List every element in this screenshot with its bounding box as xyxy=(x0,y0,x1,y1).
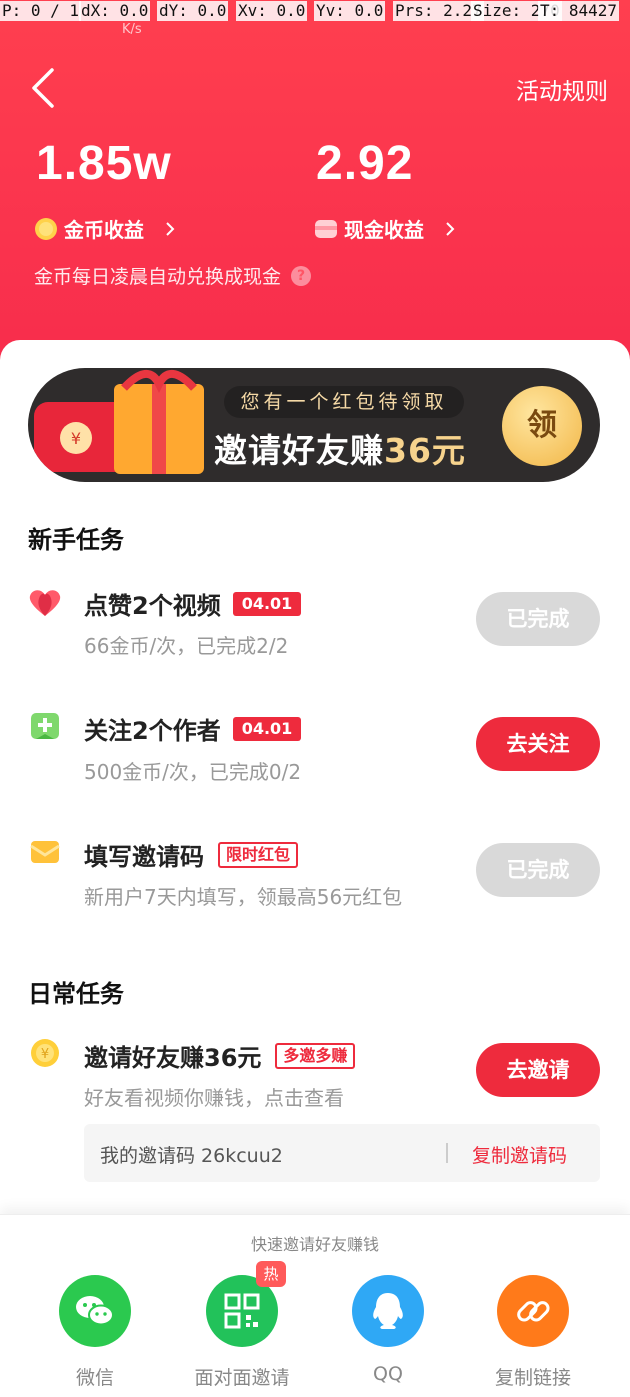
newbie-tasks-heading: 新手任务 xyxy=(28,526,124,554)
help-icon[interactable]: ? xyxy=(291,265,312,286)
task-title: 点赞2个视频 xyxy=(84,592,221,620)
banner-title-amount: 36元 xyxy=(384,431,466,470)
task-tag: 04.01 xyxy=(232,716,302,741)
coin-earnings-label: 金币收益 xyxy=(64,218,144,242)
task-title: 填写邀请码 xyxy=(84,843,204,871)
cash-earnings-link[interactable]: 现金收益 xyxy=(314,214,460,243)
task-completed-button[interactable]: 已完成 xyxy=(476,592,600,646)
wechat-icon xyxy=(59,1275,131,1347)
daily-tasks-heading: 日常任务 xyxy=(28,980,124,1008)
divider xyxy=(446,1143,448,1163)
invite-code-box: 我的邀请码 26kcuu2 复制邀请码 xyxy=(84,1124,600,1182)
go-invite-button[interactable]: 去邀请 xyxy=(476,1043,600,1097)
task-title: 邀请好友赚36元 xyxy=(84,1044,262,1072)
task-completed-button[interactable]: 已完成 xyxy=(476,843,600,897)
share-panel: 快速邀请好友赚钱 微信 热 面对面邀请 QQ 复制链接 xyxy=(0,1214,630,1397)
debug-overlay: P: 0 / 1 dX: 0.0 dY: 0.0 Xv: 0.0 Yv: 0.0… xyxy=(0,0,630,22)
envelope-icon xyxy=(30,838,60,870)
share-panel-title: 快速邀请好友赚钱 xyxy=(250,1235,379,1254)
claim-button[interactable]: 领 xyxy=(502,386,582,466)
follow-add-icon xyxy=(30,712,60,746)
debug-time: T: 84427 xyxy=(538,1,620,21)
task-tag: 限时红包 xyxy=(218,841,299,868)
exchange-note-text: 金币每日凌晨自动兑换成现金 xyxy=(34,266,282,288)
debug-xv: Xv: 0.0 xyxy=(236,1,308,21)
coin-earnings-value: 1.85w xyxy=(36,137,172,190)
chevron-right-icon xyxy=(446,221,455,236)
chevron-left-icon xyxy=(32,68,54,108)
banner-title: 邀请好友赚36元 xyxy=(214,424,466,472)
task-like-videos: 点赞2个视频 04.01 xyxy=(84,586,302,621)
my-invite-code: 我的邀请码 26kcuu2 xyxy=(100,1145,283,1167)
debug-yv: Yv: 0.0 xyxy=(314,1,386,21)
go-follow-button[interactable]: 去关注 xyxy=(476,717,600,771)
share-copy-link-label: 复制链接 xyxy=(494,1367,571,1389)
debug-pointer: P: 0 / 1 xyxy=(0,1,82,21)
back-button[interactable] xyxy=(26,66,66,110)
yuan-coin-icon: ¥ xyxy=(30,1038,60,1072)
share-face-to-face-label: 面对面邀请 xyxy=(194,1367,290,1389)
svg-text:¥: ¥ xyxy=(41,1047,49,1062)
hot-badge: 热 xyxy=(256,1261,286,1287)
task-follow-authors: 关注2个作者 04.01 xyxy=(84,711,302,746)
qq-icon xyxy=(352,1275,424,1347)
banner-title-prefix: 邀请好友赚 xyxy=(214,431,384,470)
share-qq-label: QQ xyxy=(373,1363,403,1385)
cash-earnings-value: 2.92 xyxy=(316,137,414,190)
task-subtitle[interactable]: 好友看视频你赚钱，点击查看 xyxy=(84,1082,344,1111)
like-heart-icon xyxy=(28,588,62,622)
share-wechat[interactable]: 微信 xyxy=(25,1275,165,1390)
activity-rules-link[interactable]: 活动规则 xyxy=(516,72,608,106)
debug-dy: dY: 0.0 xyxy=(157,1,229,21)
status-bar: K/s xyxy=(0,22,630,46)
task-enter-invite-code: 填写邀请码 限时红包 xyxy=(84,837,299,872)
task-subtitle: 66金币/次，已完成2/2 xyxy=(84,634,289,658)
cash-wallet-icon xyxy=(315,219,337,238)
task-invite-friends: 邀请好友赚36元 多邀多赚 xyxy=(84,1038,356,1073)
network-speed: K/s xyxy=(122,22,142,37)
share-face-to-face[interactable]: 热 面对面邀请 xyxy=(172,1261,312,1390)
coin-earnings-link[interactable]: 金币收益 xyxy=(34,214,180,243)
debug-dx: dX: 0.0 xyxy=(79,1,151,21)
gold-coin-icon xyxy=(35,217,57,240)
task-subtitle: 新用户7天内填写，领最高56元红包 xyxy=(84,885,403,909)
cash-earnings-label: 现金收益 xyxy=(344,218,424,242)
banner-subtitle: 您有一个红包待领取 xyxy=(224,386,464,418)
invite-banner[interactable]: ¥ 您有一个红包待领取 邀请好友赚36元 领 xyxy=(28,368,600,482)
chevron-right-icon xyxy=(166,221,175,236)
task-tag: 04.01 xyxy=(232,591,302,616)
exchange-note: 金币每日凌晨自动兑换成现金 ? xyxy=(34,262,312,289)
share-qq[interactable]: QQ xyxy=(318,1275,458,1385)
task-tag: 多邀多赚 xyxy=(275,1042,356,1069)
svg-text:¥: ¥ xyxy=(71,429,81,448)
link-icon xyxy=(497,1275,569,1347)
task-title: 关注2个作者 xyxy=(84,717,221,745)
copy-invite-code-button[interactable]: 复制邀请码 xyxy=(472,1141,567,1168)
share-wechat-label: 微信 xyxy=(75,1367,114,1389)
task-subtitle: 500金币/次，已完成0/2 xyxy=(84,760,302,784)
red-envelope-gift-icon: ¥ xyxy=(34,370,204,474)
share-copy-link[interactable]: 复制链接 xyxy=(463,1275,603,1390)
